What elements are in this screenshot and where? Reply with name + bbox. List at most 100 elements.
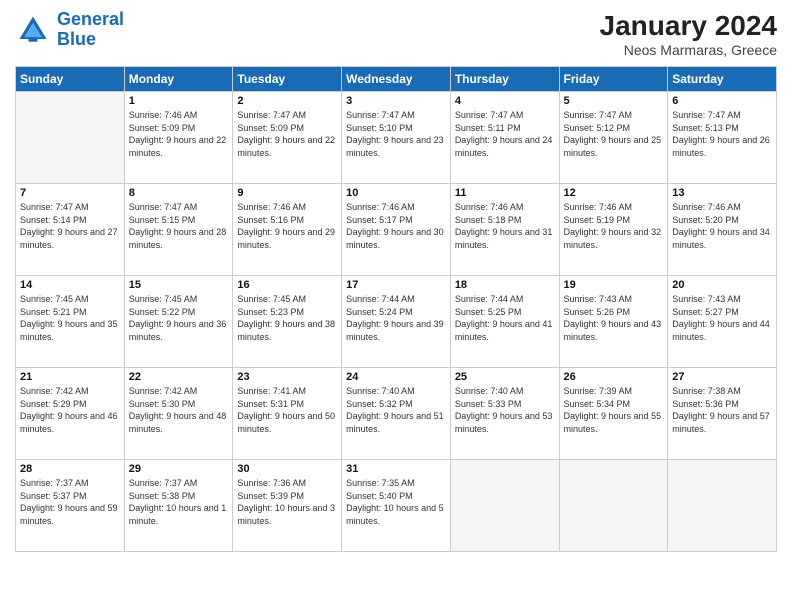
day-info: Sunrise: 7:47 AMSunset: 5:15 PMDaylight:…: [129, 201, 229, 251]
calendar-cell: 11 Sunrise: 7:46 AMSunset: 5:18 PMDayligh…: [450, 184, 559, 276]
col-tuesday: Tuesday: [233, 67, 342, 92]
day-number: 5: [564, 95, 664, 107]
header: General Blue January 2024 Neos Marmaras,…: [15, 10, 777, 58]
day-number: 17: [346, 279, 446, 291]
day-number: 21: [20, 371, 120, 383]
day-info: Sunrise: 7:46 AMSunset: 5:20 PMDaylight:…: [672, 201, 772, 251]
day-info: Sunrise: 7:36 AMSunset: 5:39 PMDaylight:…: [237, 477, 337, 527]
calendar-cell: 14 Sunrise: 7:45 AMSunset: 5:21 PMDayligh…: [16, 276, 125, 368]
day-info: Sunrise: 7:45 AMSunset: 5:21 PMDaylight:…: [20, 293, 120, 343]
day-number: 11: [455, 187, 555, 199]
day-info: Sunrise: 7:45 AMSunset: 5:23 PMDaylight:…: [237, 293, 337, 343]
col-sunday: Sunday: [16, 67, 125, 92]
calendar-week-row: 7Sunrise: 7:47 AMSunset: 5:14 PMDaylight…: [16, 184, 777, 276]
day-number: 15: [129, 279, 229, 291]
calendar-week-row: 21 Sunrise: 7:42 AMSunset: 5:29 PMDayligh…: [16, 368, 777, 460]
calendar-cell: 4 Sunrise: 7:47 AMSunset: 5:11 PMDaylight…: [450, 92, 559, 184]
day-info: Sunrise: 7:46 AMSunset: 5:17 PMDaylight:…: [346, 201, 446, 251]
day-number: 20: [672, 279, 772, 291]
day-info: Sunrise: 7:37 AMSunset: 5:38 PMDaylight:…: [129, 477, 229, 527]
day-number: 3: [346, 95, 446, 107]
day-number: 13: [672, 187, 772, 199]
day-number: 2: [237, 95, 337, 107]
day-number: 7: [20, 187, 120, 199]
col-friday: Friday: [559, 67, 668, 92]
logo-blue: Blue: [57, 29, 96, 49]
calendar-week-row: 14 Sunrise: 7:45 AMSunset: 5:21 PMDayligh…: [16, 276, 777, 368]
day-number: 14: [20, 279, 120, 291]
day-info: Sunrise: 7:43 AMSunset: 5:26 PMDaylight:…: [564, 293, 664, 343]
calendar-cell: 12Sunrise: 7:46 AMSunset: 5:19 PMDayligh…: [559, 184, 668, 276]
col-wednesday: Wednesday: [342, 67, 451, 92]
day-number: 18: [455, 279, 555, 291]
calendar-cell: 25Sunrise: 7:40 AMSunset: 5:33 PMDayligh…: [450, 368, 559, 460]
day-number: 6: [672, 95, 772, 107]
calendar-cell: 5 Sunrise: 7:47 AMSunset: 5:12 PMDaylight…: [559, 92, 668, 184]
logo-text: General Blue: [57, 10, 124, 50]
calendar-cell: 30 Sunrise: 7:36 AMSunset: 5:39 PMDayligh…: [233, 460, 342, 552]
day-number: 9: [237, 187, 337, 199]
day-number: 31: [346, 463, 446, 475]
calendar-title: January 2024: [600, 10, 777, 42]
day-info: Sunrise: 7:47 AMSunset: 5:09 PMDaylight:…: [237, 109, 337, 159]
calendar-cell: 22 Sunrise: 7:42 AMSunset: 5:30 PMDayligh…: [124, 368, 233, 460]
calendar-cell: 19 Sunrise: 7:43 AMSunset: 5:26 PMDayligh…: [559, 276, 668, 368]
calendar-cell: 2 Sunrise: 7:47 AMSunset: 5:09 PMDaylight…: [233, 92, 342, 184]
calendar-cell: 26 Sunrise: 7:39 AMSunset: 5:34 PMDayligh…: [559, 368, 668, 460]
day-number: 23: [237, 371, 337, 383]
day-info: Sunrise: 7:44 AMSunset: 5:25 PMDaylight:…: [455, 293, 555, 343]
day-number: 4: [455, 95, 555, 107]
calendar-subtitle: Neos Marmaras, Greece: [600, 42, 777, 58]
calendar-table: Sunday Monday Tuesday Wednesday Thursday…: [15, 66, 777, 552]
calendar-header-row: Sunday Monday Tuesday Wednesday Thursday…: [16, 67, 777, 92]
calendar-cell: 16 Sunrise: 7:45 AMSunset: 5:23 PMDayligh…: [233, 276, 342, 368]
day-info: Sunrise: 7:41 AMSunset: 5:31 PMDaylight:…: [237, 385, 337, 435]
day-info: Sunrise: 7:47 AMSunset: 5:10 PMDaylight:…: [346, 109, 446, 159]
logo-general: General: [57, 9, 124, 29]
day-number: 26: [564, 371, 664, 383]
col-thursday: Thursday: [450, 67, 559, 92]
day-number: 30: [237, 463, 337, 475]
day-info: Sunrise: 7:42 AMSunset: 5:29 PMDaylight:…: [20, 385, 120, 435]
day-info: Sunrise: 7:42 AMSunset: 5:30 PMDaylight:…: [129, 385, 229, 435]
calendar-cell: [668, 460, 777, 552]
day-info: Sunrise: 7:47 AMSunset: 5:11 PMDaylight:…: [455, 109, 555, 159]
calendar-cell: 17 Sunrise: 7:44 AMSunset: 5:24 PMDayligh…: [342, 276, 451, 368]
calendar-cell: 8Sunrise: 7:47 AMSunset: 5:15 PMDaylight…: [124, 184, 233, 276]
calendar-cell: 13 Sunrise: 7:46 AMSunset: 5:20 PMDayligh…: [668, 184, 777, 276]
calendar-cell: 7Sunrise: 7:47 AMSunset: 5:14 PMDaylight…: [16, 184, 125, 276]
calendar-cell: 28Sunrise: 7:37 AMSunset: 5:37 PMDayligh…: [16, 460, 125, 552]
calendar-cell: 24Sunrise: 7:40 AMSunset: 5:32 PMDayligh…: [342, 368, 451, 460]
day-info: Sunrise: 7:38 AMSunset: 5:36 PMDaylight:…: [672, 385, 772, 435]
day-number: 19: [564, 279, 664, 291]
calendar-cell: 15Sunrise: 7:45 AMSunset: 5:22 PMDayligh…: [124, 276, 233, 368]
day-number: 22: [129, 371, 229, 383]
day-info: Sunrise: 7:39 AMSunset: 5:34 PMDaylight:…: [564, 385, 664, 435]
calendar-cell: 31Sunrise: 7:35 AMSunset: 5:40 PMDayligh…: [342, 460, 451, 552]
col-monday: Monday: [124, 67, 233, 92]
calendar-cell: [559, 460, 668, 552]
calendar-cell: 6Sunrise: 7:47 AMSunset: 5:13 PMDaylight…: [668, 92, 777, 184]
day-info: Sunrise: 7:47 AMSunset: 5:12 PMDaylight:…: [564, 109, 664, 159]
day-info: Sunrise: 7:43 AMSunset: 5:27 PMDaylight:…: [672, 293, 772, 343]
day-info: Sunrise: 7:46 AMSunset: 5:18 PMDaylight:…: [455, 201, 555, 251]
calendar-cell: 9Sunrise: 7:46 AMSunset: 5:16 PMDaylight…: [233, 184, 342, 276]
calendar-week-row: 1Sunrise: 7:46 AMSunset: 5:09 PMDaylight…: [16, 92, 777, 184]
calendar-cell: 21 Sunrise: 7:42 AMSunset: 5:29 PMDayligh…: [16, 368, 125, 460]
day-info: Sunrise: 7:44 AMSunset: 5:24 PMDaylight:…: [346, 293, 446, 343]
logo: General Blue: [15, 10, 124, 50]
title-block: January 2024 Neos Marmaras, Greece: [600, 10, 777, 58]
day-number: 29: [129, 463, 229, 475]
day-number: 10: [346, 187, 446, 199]
day-info: Sunrise: 7:46 AMSunset: 5:19 PMDaylight:…: [564, 201, 664, 251]
calendar-week-row: 28Sunrise: 7:37 AMSunset: 5:37 PMDayligh…: [16, 460, 777, 552]
day-number: 16: [237, 279, 337, 291]
day-info: Sunrise: 7:37 AMSunset: 5:37 PMDaylight:…: [20, 477, 120, 527]
col-saturday: Saturday: [668, 67, 777, 92]
day-info: Sunrise: 7:46 AMSunset: 5:09 PMDaylight:…: [129, 109, 229, 159]
day-number: 25: [455, 371, 555, 383]
page: General Blue January 2024 Neos Marmaras,…: [0, 0, 792, 612]
calendar-cell: 29 Sunrise: 7:37 AMSunset: 5:38 PMDayligh…: [124, 460, 233, 552]
calendar-cell: [450, 460, 559, 552]
calendar-cell: 18 Sunrise: 7:44 AMSunset: 5:25 PMDayligh…: [450, 276, 559, 368]
